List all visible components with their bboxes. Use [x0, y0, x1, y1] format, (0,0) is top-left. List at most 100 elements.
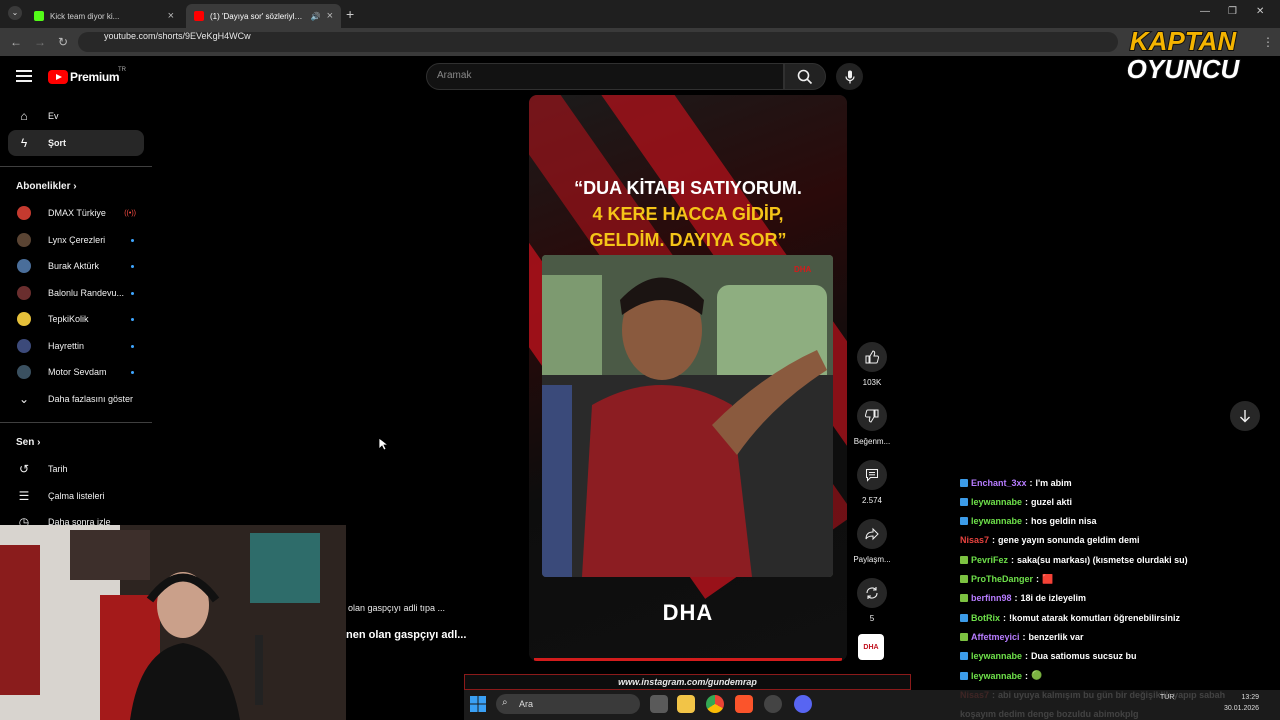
channel-thumbnail[interactable]: DHA: [858, 634, 884, 660]
share-button[interactable]: Paylaşm...: [853, 519, 891, 564]
chat-username[interactable]: Enchant_3xx: [971, 478, 1027, 488]
taskbar-search[interactable]: [496, 694, 640, 714]
video-progress-bar[interactable]: [534, 658, 842, 661]
chat-text: guzel akti: [1031, 496, 1073, 507]
sidebar-item-label: Burak Aktürk: [48, 261, 100, 271]
arrow-down-icon: [1240, 410, 1250, 423]
chat-username[interactable]: PevriFez: [971, 555, 1008, 565]
dislike-button[interactable]: Beğenm...: [854, 401, 890, 446]
minimize-icon[interactable]: —: [1200, 6, 1210, 17]
chat-text: saka(su markası) (kısmetse olurdaki su): [1017, 554, 1188, 565]
chat-text: benzerlik var: [1028, 631, 1084, 642]
sidebar-item-sub-tepkikolik[interactable]: TepkiKolik: [8, 306, 144, 332]
chat-username[interactable]: Affetmeyici: [971, 632, 1020, 642]
chat-message: ProTheDanger: 🟥: [960, 571, 1053, 588]
taskbar-search-label: Ara: [519, 699, 534, 709]
youtube-icon: [194, 11, 204, 21]
system-tray-language[interactable]: TUR: [1160, 694, 1174, 701]
tab-kick[interactable]: Kick team diyor ki... ×: [26, 4, 182, 28]
sidebar-item-sub-motor[interactable]: Motor Sevdam: [8, 359, 144, 385]
chat-username[interactable]: ProTheDanger: [971, 574, 1033, 584]
search-button[interactable]: [784, 63, 826, 90]
close-tab-icon[interactable]: ×: [168, 10, 174, 22]
headline-line-2: 4 KERE HACCA GİDİP,: [592, 204, 784, 224]
microphone-icon: [844, 70, 855, 83]
shorts-icon: ϟ: [20, 136, 28, 150]
chat-username[interactable]: BotRix: [971, 613, 1000, 623]
forward-icon[interactable]: →: [34, 35, 46, 49]
voice-search-button[interactable]: [836, 63, 863, 90]
sidebar-item-playlists[interactable]: ☰ Çalma listeleri: [8, 483, 144, 509]
subscriptions-heading[interactable]: Abonelikler ›: [16, 181, 77, 192]
new-content-dot: [131, 238, 134, 242]
remix-button[interactable]: 5: [855, 578, 889, 623]
file-explorer-icon[interactable]: [677, 695, 695, 713]
chevron-down-icon: ⌄: [18, 392, 30, 406]
sidebar-item-sub-dmax[interactable]: DMAX Türkiye ((•)): [8, 200, 144, 226]
tab-menu-icon[interactable]: ⌄: [8, 6, 22, 20]
close-window-icon[interactable]: ✕: [1256, 6, 1264, 17]
sidebar-item-shorts[interactable]: ϟ Şort: [8, 130, 144, 156]
discord-icon[interactable]: [794, 695, 812, 713]
you-heading[interactable]: Sen ›: [16, 437, 40, 448]
remix-count: 5: [869, 614, 875, 623]
chat-username[interactable]: Nisas7: [960, 535, 989, 545]
chat-message: berfinn98:18i de izleyelim: [960, 590, 1086, 607]
home-icon: ⌂: [20, 109, 28, 123]
streamer-logo: KAPTAN OYUNCU: [1108, 22, 1258, 92]
chat-badge-icon: [960, 555, 968, 564]
clock-date: 30.01.2026: [1224, 705, 1260, 712]
chat-username[interactable]: leywannabe: [971, 497, 1022, 507]
chat-separator: :: [992, 535, 996, 546]
task-view-icon[interactable]: [650, 695, 668, 713]
comment-icon: [857, 460, 887, 490]
you-title: Sen: [16, 437, 35, 448]
chat-username[interactable]: leywannabe: [971, 671, 1022, 681]
windows-start-icon[interactable]: [470, 696, 486, 712]
chat-separator: :: [1003, 612, 1006, 623]
chat-text: gene yayın sonunda geldim demi: [998, 535, 1140, 546]
tab-youtube[interactable]: (1) 'Dayıya sor' sözleriyle fe... 🔊 ×: [186, 4, 341, 28]
chat-separator: :: [1014, 593, 1018, 604]
chat-username[interactable]: berfinn98: [971, 593, 1012, 603]
sidebar-divider: [0, 166, 152, 167]
search-input[interactable]: [426, 63, 784, 90]
next-short-button[interactable]: [1230, 401, 1260, 431]
brave-icon[interactable]: [735, 695, 753, 713]
avatar: [17, 286, 31, 300]
sidebar-item-sub-hayrettin[interactable]: Hayrettin: [8, 333, 144, 359]
more-menu-icon[interactable]: ⋮: [1262, 35, 1274, 49]
app-icon[interactable]: [764, 695, 782, 713]
short-video-player[interactable]: “DUA KİTABI SATIYORUM. 4 KERE HACCA GİDİ…: [529, 95, 847, 661]
chat-message: PevriFez: saka(su markası) (kısmetse olur…: [960, 551, 1188, 568]
reload-icon[interactable]: ↻: [58, 35, 68, 49]
like-button[interactable]: 103K: [855, 342, 889, 387]
new-tab-button[interactable]: +: [346, 6, 354, 22]
avatar: [17, 339, 31, 353]
speaker-icon[interactable]: 🔊: [311, 12, 321, 21]
sidebar-item-sub-lynx[interactable]: Lynx Çerezleri: [8, 227, 144, 253]
avatar: [17, 233, 31, 247]
taskbar-clock[interactable]: 13:29 30.01.2026: [1224, 692, 1259, 714]
sidebar-item-home[interactable]: ⌂ Ev: [8, 103, 144, 129]
chrome-icon[interactable]: [706, 695, 724, 713]
chat-username[interactable]: leywannabe: [971, 651, 1022, 661]
screen: ⌄ Kick team diyor ki... × (1) 'Dayıya so…: [0, 0, 1280, 720]
restore-icon[interactable]: ❐: [1228, 6, 1237, 17]
video-frame-image: [542, 255, 833, 577]
sidebar-item-history[interactable]: ↺ Tarih: [8, 456, 144, 482]
chat-text: !komut atarak komutları öğrenebilirsiniz: [1009, 612, 1181, 623]
share-label: Paylaşm...: [853, 555, 891, 564]
chat-username[interactable]: leywannabe: [971, 516, 1022, 526]
video-headline: “DUA KİTABI SATIYORUM. 4 KERE HACCA GİDİ…: [529, 175, 847, 253]
chat-separator: :: [1025, 670, 1029, 681]
headline-line-1: “DUA KİTABI SATIYORUM.: [574, 178, 802, 198]
sidebar-item-sub-balonlu[interactable]: Balonlu Randevu...: [8, 280, 144, 306]
sidebar-show-more[interactable]: ⌄ Daha fazlasını göster: [8, 386, 144, 412]
sidebar-item-sub-burak[interactable]: Burak Aktürk: [8, 253, 144, 279]
back-icon[interactable]: ←: [10, 35, 22, 49]
close-tab-icon[interactable]: ×: [327, 10, 333, 22]
sidebar-item-label: Lynx Çerezleri: [48, 235, 106, 245]
url-text[interactable]: youtube.com/shorts/9EVeKgH4WCw: [104, 31, 251, 41]
comments-button[interactable]: 2.574: [855, 460, 889, 505]
